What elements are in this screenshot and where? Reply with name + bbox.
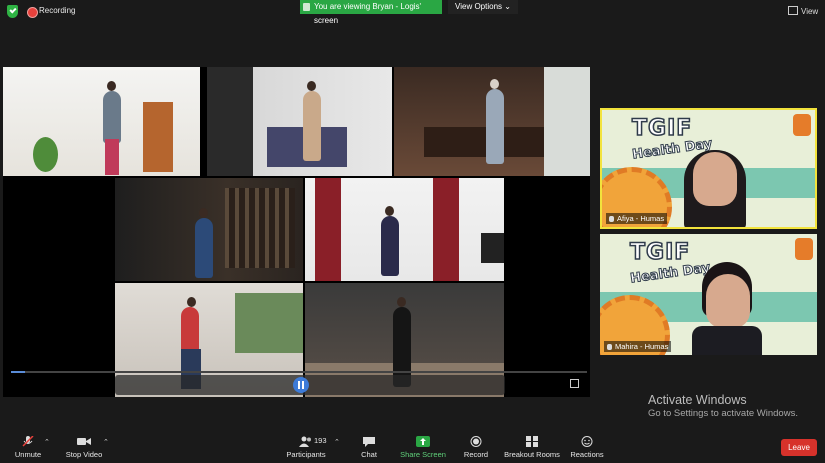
recording-icon	[27, 7, 38, 18]
view-options-label: View Options	[455, 2, 503, 11]
leave-button[interactable]: Leave	[781, 439, 817, 456]
unmute-button[interactable]: Unmute	[10, 430, 46, 463]
shield-icon[interactable]	[7, 5, 18, 18]
microphone-muted-icon	[22, 436, 34, 447]
fullscreen-icon[interactable]	[570, 379, 579, 388]
activate-windows-subtitle: Go to Settings to activate Windows.	[648, 408, 798, 419]
mascot-badge	[795, 238, 813, 260]
view-button[interactable]: View	[788, 6, 818, 16]
participant-name: Afiya - Humas	[606, 213, 668, 224]
record-button[interactable]: Record	[462, 430, 490, 463]
background-title: TGIF	[629, 239, 691, 266]
viewing-banner: You are viewing Bryan - Logis' screen	[300, 0, 442, 25]
audio-options-caret[interactable]: ⌃	[44, 438, 50, 446]
video-cell-2	[207, 67, 392, 176]
video-camera-icon	[77, 438, 91, 445]
stop-video-button[interactable]: Stop Video	[62, 430, 106, 463]
smiley-icon	[581, 436, 593, 447]
mic-muted-icon	[609, 216, 614, 222]
participants-icon	[299, 436, 311, 447]
viewing-banner-text: You are viewing Bryan - Logis' screen	[314, 2, 422, 25]
breakout-rooms-icon	[526, 436, 538, 447]
record-icon	[470, 436, 482, 447]
shared-screen[interactable]	[3, 67, 590, 397]
share-screen-icon	[416, 436, 430, 447]
chat-bubble-icon	[363, 437, 375, 447]
participants-count: 193	[314, 436, 327, 445]
mascot-badge	[793, 114, 811, 136]
view-button-label: View	[801, 7, 819, 16]
video-cell-1	[3, 67, 200, 176]
top-bar: Recording You are viewing Bryan - Logis'…	[0, 0, 825, 25]
video-cell-5	[305, 178, 504, 281]
breakout-rooms-button[interactable]: Breakout Rooms	[504, 430, 560, 463]
pause-icon[interactable]	[293, 377, 309, 393]
screen-share-icon	[303, 3, 310, 11]
chat-button[interactable]: Chat	[356, 430, 382, 463]
participant-name: Mahira - Humas	[604, 341, 672, 352]
participants-button[interactable]: Participants	[284, 430, 328, 463]
activate-windows-title: Activate Windows	[648, 393, 747, 407]
chevron-down-icon: ⌄	[504, 2, 511, 11]
video-cell-3	[394, 67, 590, 176]
meeting-toolbar: Unmute ⌃ Stop Video ⌃ Participants 193 ⌃…	[0, 430, 825, 463]
share-screen-button[interactable]: Share Screen	[400, 430, 446, 463]
grid-view-icon	[788, 6, 798, 15]
recording-label: Recording	[39, 6, 76, 15]
video-progress-bar[interactable]	[11, 371, 587, 373]
view-options-button[interactable]: View Options ⌄	[448, 0, 518, 14]
participant-tile-afiya[interactable]: TGIF Health Day Afiya - Humas	[600, 108, 817, 229]
background-title: TGIF	[631, 115, 693, 142]
participant-tile-mahira[interactable]: TGIF Health Day Mahira - Humas	[600, 234, 817, 355]
mic-muted-icon	[607, 344, 612, 350]
reactions-button[interactable]: Reactions	[570, 430, 604, 463]
video-options-caret[interactable]: ⌃	[103, 438, 109, 446]
participants-options-caret[interactable]: ⌃	[334, 438, 340, 446]
video-cell-4	[115, 178, 303, 281]
media-player-controls[interactable]	[115, 375, 505, 395]
